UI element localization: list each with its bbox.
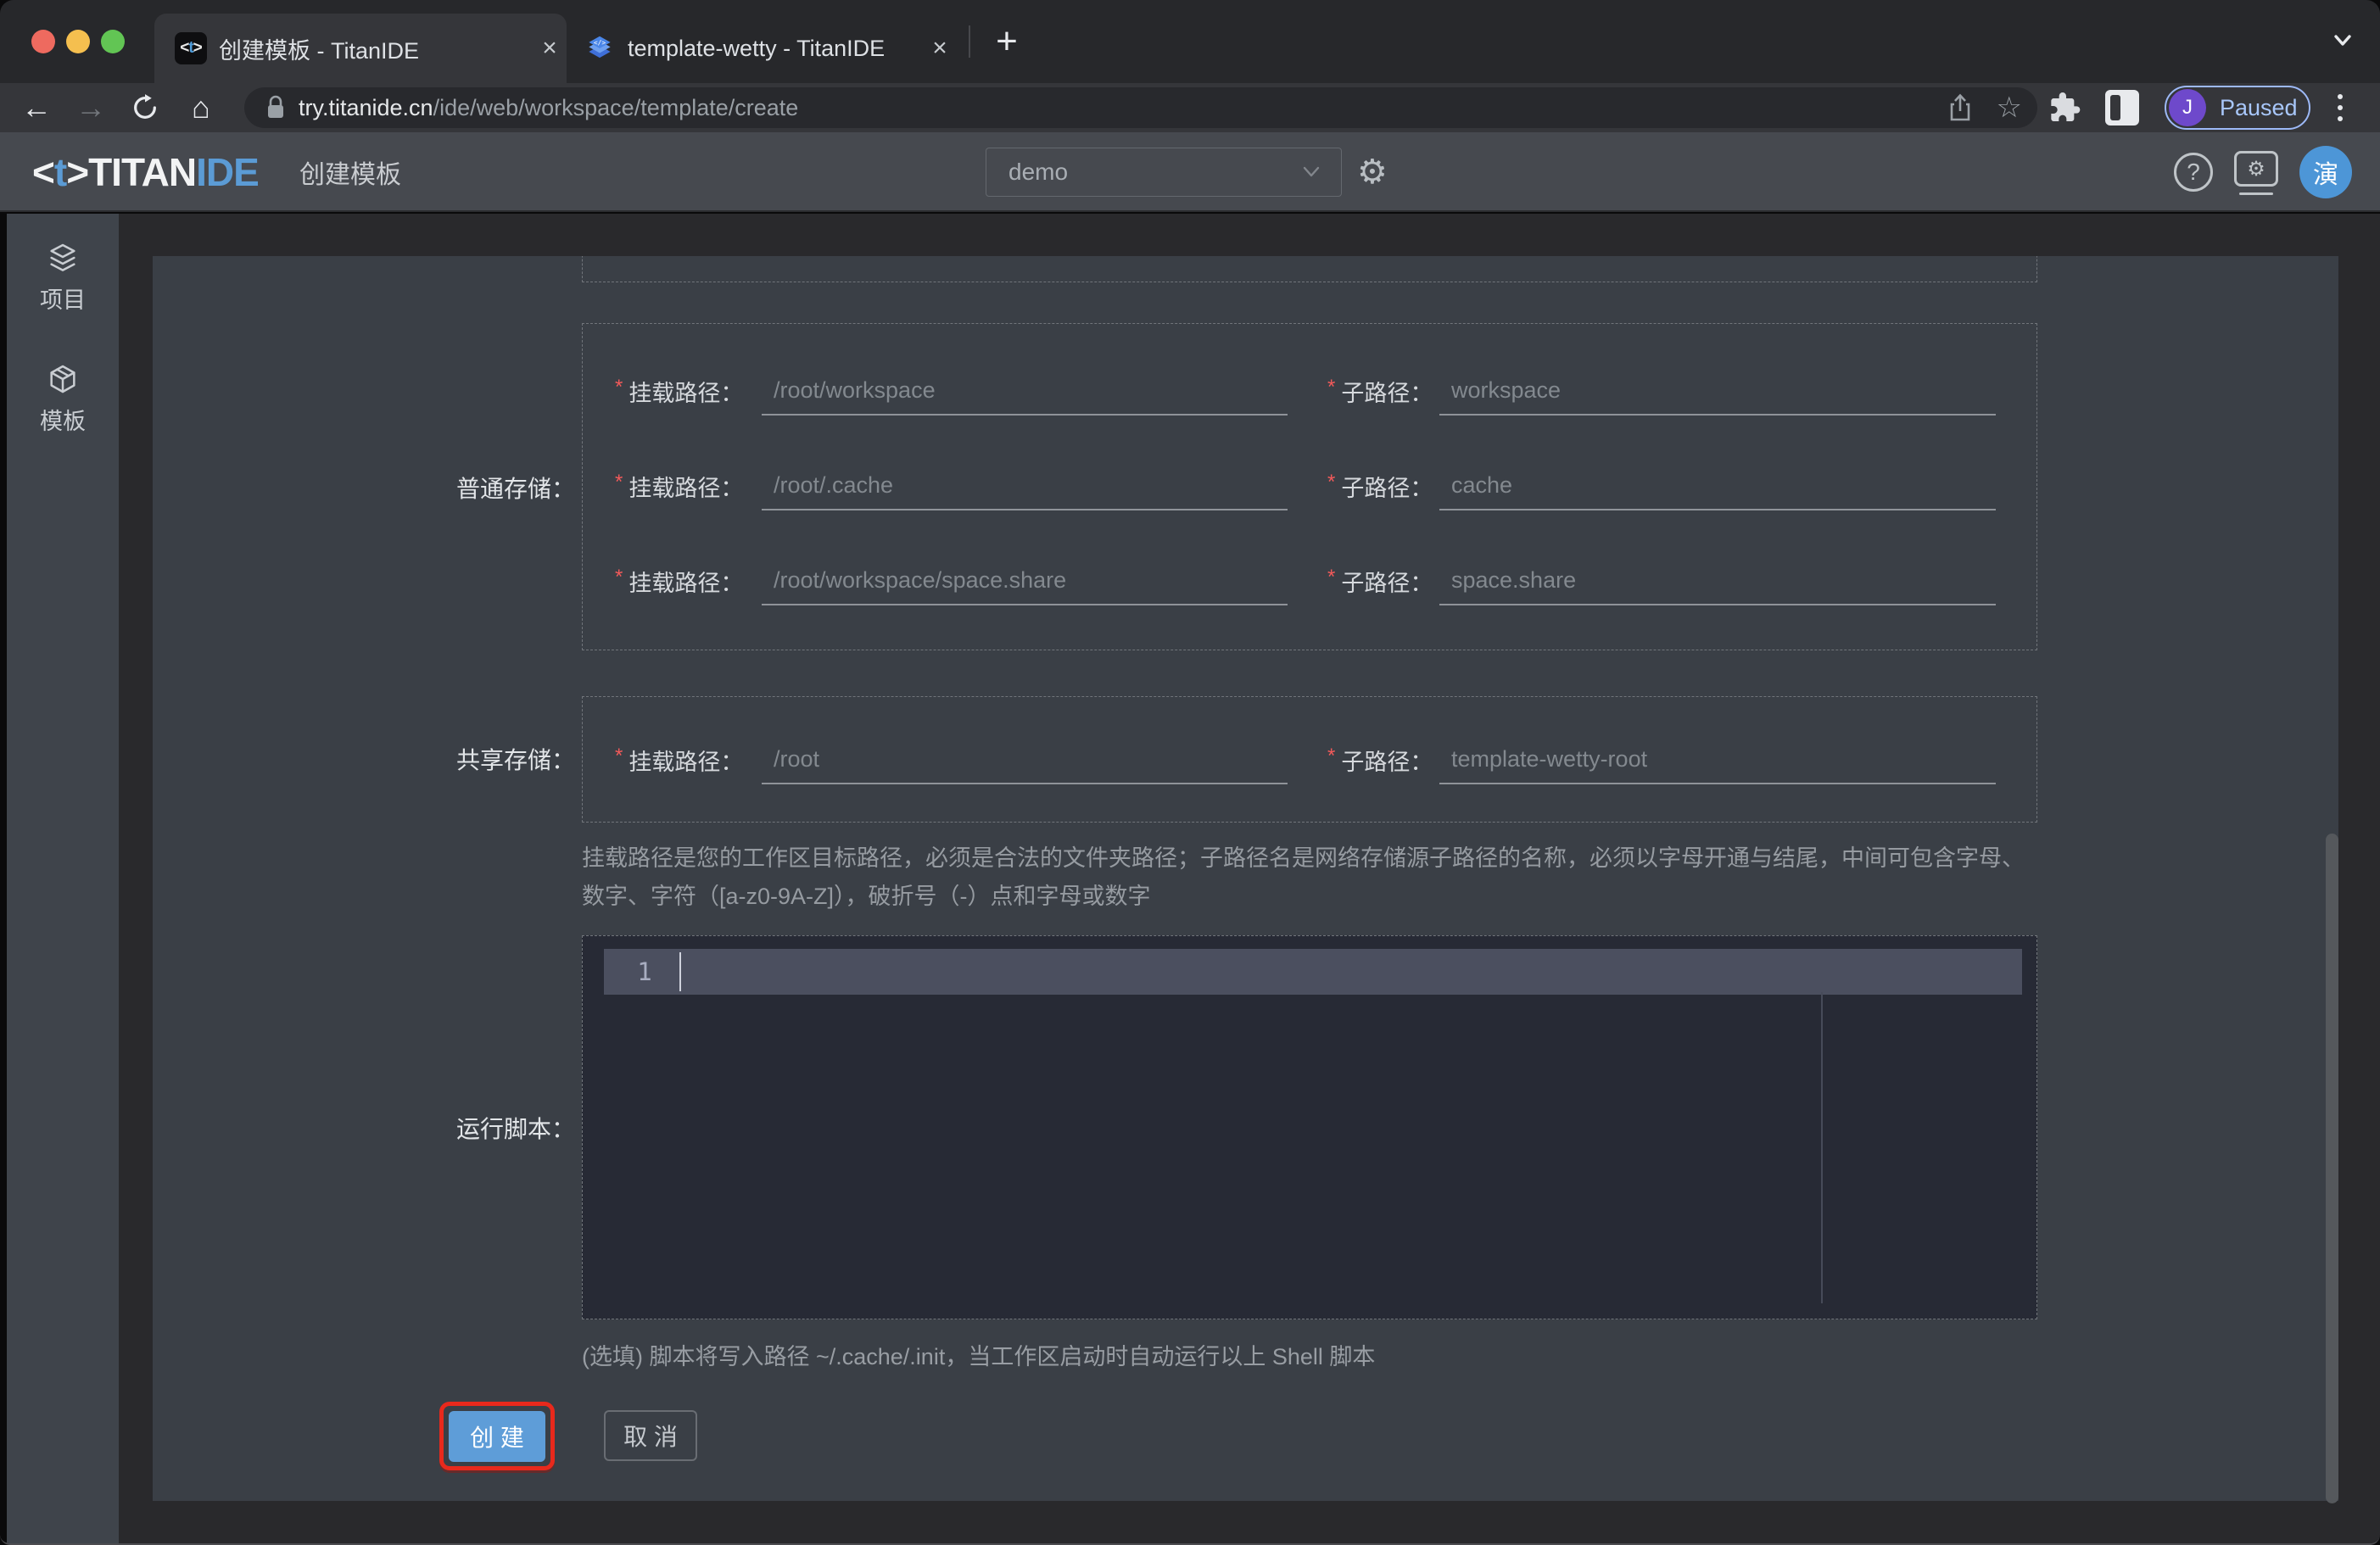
gear-icon[interactable]: ⚙: [1357, 132, 1388, 212]
mount-path-label: 挂载路径：: [629, 570, 744, 596]
side-panel-icon[interactable]: [2105, 90, 2139, 125]
sub-path-label: 子路径：: [1341, 475, 1433, 501]
tab-divider: [969, 25, 970, 58]
path-help-text: 挂载路径是您的工作区目标路径，必须是合法的文件夹路径；子路径名是网络存储源子路径…: [582, 845, 2025, 909]
run-script-editor[interactable]: 1: [582, 935, 2037, 1319]
reload-icon[interactable]: [124, 83, 166, 132]
browser-toolbar: ← → ⌂ try.titanide.cn/ide/web/workspace/…: [0, 83, 2380, 132]
required-asterisk: *: [615, 376, 623, 399]
mount-path-label: 挂载路径：: [629, 380, 744, 406]
cube-icon: [46, 362, 80, 396]
sidebar-item-label: 模板: [40, 409, 86, 434]
profile-chip[interactable]: J Paused: [2165, 86, 2310, 130]
profile-avatar: J: [2169, 89, 2206, 126]
tab-bar: < t > 创建模板 - TitanIDE × </> template-wetty…: [0, 0, 2380, 83]
sidebar-item-projects[interactable]: 项目: [7, 236, 119, 320]
storage-box-partial: [582, 256, 2037, 282]
layers-icon: [46, 241, 80, 275]
workspace-select-value: demo: [1008, 159, 1069, 185]
tab-title: template-wetty - TitanIDE: [628, 35, 886, 61]
system-settings-icon[interactable]: ⚙: [2234, 151, 2278, 195]
chevron-down-icon: [1299, 164, 1324, 181]
sub-path-label: 子路径：: [1341, 380, 1433, 406]
editor-ruler: [1821, 992, 1823, 1303]
more-menu-icon[interactable]: [2333, 92, 2348, 123]
tab-create-template[interactable]: < t > 创建模板 - TitanIDE ×: [154, 14, 567, 83]
sub-path-input[interactable]: space.share: [1439, 556, 1996, 605]
sidebar-item-templates[interactable]: 模板: [7, 357, 119, 441]
cancel-button[interactable]: 取 消: [604, 1410, 697, 1461]
mount-path-label: 挂载路径：: [629, 749, 744, 775]
new-tab-button[interactable]: +: [986, 20, 1028, 63]
app-header: < t > TITAN IDE 创建模板 demo ⚙ ? ⚙ 演: [0, 132, 2380, 212]
create-template-form: 普通存储： * 挂载路径： /root/workspace * 子路径： works…: [153, 256, 2338, 1501]
help-icon[interactable]: ?: [2174, 153, 2213, 192]
annotation-highlight: 创 建: [439, 1402, 555, 1470]
tab-close-icon[interactable]: ×: [533, 34, 567, 63]
layers-favicon-icon: </>: [584, 32, 616, 64]
storage-row: * 挂载路径： /root * 子路径： template-wetty-root: [583, 735, 2036, 789]
editor-active-line: 1: [604, 949, 2022, 995]
mount-path-input[interactable]: /root: [762, 735, 1288, 784]
traffic-light-minimize-icon[interactable]: [66, 30, 90, 53]
share-icon[interactable]: [1947, 92, 1973, 123]
section-label-normal-storage: 普通存储：: [455, 476, 575, 502]
section-label-run-script: 运行脚本：: [455, 1116, 575, 1142]
required-asterisk: *: [615, 566, 623, 588]
back-icon[interactable]: ←: [15, 83, 58, 132]
required-asterisk: *: [1327, 745, 1336, 767]
lock-icon: [265, 94, 287, 121]
storage-row: * 挂载路径： /root/workspace/space.share * 子路径：…: [583, 556, 2036, 611]
home-icon[interactable]: ⌂: [180, 83, 222, 132]
line-number: 1: [637, 957, 652, 986]
sub-path-input[interactable]: template-wetty-root: [1439, 735, 1996, 784]
mount-path-input[interactable]: /root/workspace/space.share: [762, 556, 1288, 605]
required-asterisk: *: [1327, 376, 1336, 399]
scrollbar-thumb[interactable]: [2326, 834, 2338, 1503]
forward-icon[interactable]: →: [70, 83, 112, 132]
tab-search-chevron-icon[interactable]: [2326, 29, 2360, 53]
browser-window: < t > 创建模板 - TitanIDE × </> template-wetty…: [0, 0, 2380, 1545]
address-bar[interactable]: try.titanide.cn/ide/web/workspace/templa…: [244, 87, 2037, 128]
script-note: (选填) 脚本将写入路径 ~/.cache/.init，当工作区启动时自动运行以…: [582, 1344, 1376, 1369]
sub-path-input[interactable]: workspace: [1439, 366, 1996, 416]
bookmark-star-icon[interactable]: ☆: [1997, 91, 2022, 125]
required-asterisk: *: [1327, 566, 1336, 588]
create-button[interactable]: 创 建: [449, 1410, 545, 1462]
required-asterisk: *: [1327, 471, 1336, 494]
main-content: 普通存储： * 挂载路径： /root/workspace * 子路径： works…: [119, 214, 2380, 1543]
workspace-select[interactable]: demo: [986, 148, 1342, 197]
required-asterisk: *: [615, 745, 623, 767]
storage-row: * 挂载路径： /root/workspace * 子路径： workspace: [583, 366, 2036, 421]
section-label-shared-storage: 共享存储：: [455, 747, 575, 773]
titanide-logo: < t > TITAN IDE: [32, 150, 260, 194]
shared-storage-box: * 挂载路径： /root * 子路径： template-wetty-root: [582, 696, 2037, 823]
user-avatar[interactable]: 演: [2299, 146, 2352, 198]
sub-path-label: 子路径：: [1341, 749, 1433, 775]
url-text: try.titanide.cn/ide/web/workspace/templa…: [299, 94, 799, 120]
storage-row: * 挂载路径： /root/.cache * 子路径： cache: [583, 461, 2036, 516]
sub-path-input[interactable]: cache: [1439, 461, 1996, 510]
editor-cursor: [679, 952, 681, 991]
mount-path-input[interactable]: /root/workspace: [762, 366, 1288, 416]
mount-path-label: 挂载路径：: [629, 475, 744, 501]
normal-storage-box: * 挂载路径： /root/workspace * 子路径： workspace *…: [582, 323, 2037, 650]
page-title: 创建模板: [299, 161, 401, 189]
tab-title: 创建模板 - TitanIDE: [219, 37, 420, 64]
tab-template-wetty[interactable]: </> template-wetty - TitanIDE ×: [573, 14, 957, 83]
svg-text:</>: </>: [594, 39, 606, 47]
traffic-light-close-icon[interactable]: [31, 30, 55, 53]
mount-path-input[interactable]: /root/.cache: [762, 461, 1288, 510]
traffic-light-zoom-icon[interactable]: [101, 30, 125, 53]
extensions-puzzle-icon[interactable]: [2048, 91, 2081, 125]
profile-status: Paused: [2220, 94, 2298, 120]
titanide-favicon-icon: < t >: [175, 32, 207, 64]
sub-path-label: 子路径：: [1341, 570, 1433, 596]
tab-close-icon[interactable]: ×: [923, 34, 957, 63]
sidebar-item-label: 项目: [40, 287, 86, 313]
required-asterisk: *: [615, 471, 623, 494]
sidebar: 项目 模板: [7, 214, 119, 1543]
